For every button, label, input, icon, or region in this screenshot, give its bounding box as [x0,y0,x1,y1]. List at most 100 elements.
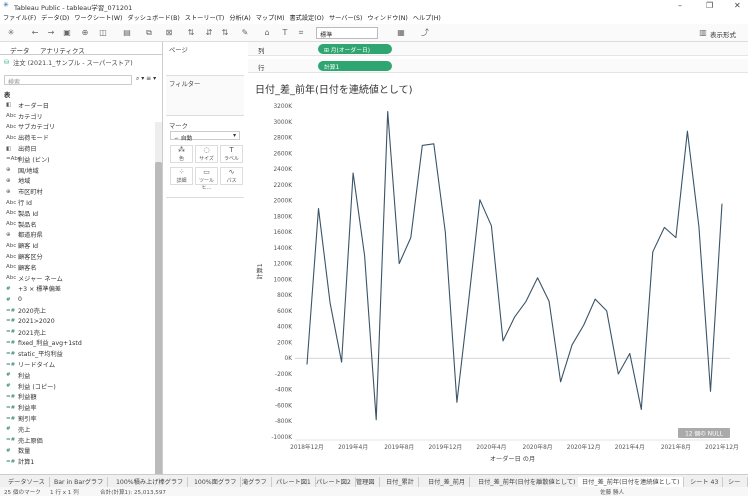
field-item[interactable]: ◧ オーダー日 [0,100,155,111]
field-item[interactable]: =# 2020売上 [0,305,155,316]
maximize-icon[interactable]: ❐ [706,1,713,10]
mark-button[interactable]: ⁂ 色 [170,145,193,163]
close-icon[interactable]: ✕ [734,1,741,10]
field-item[interactable]: ⊕ 市区町村 [0,186,155,197]
sort-desc-icon[interactable]: ⇅ [220,28,230,38]
sheet-tab[interactable]: パレート図1 [272,477,316,487]
sheet-tab[interactable]: 日付_差_前年(日付を連続値として) [578,477,685,487]
field-item[interactable]: Abc 顧客区分 [0,251,155,262]
field-item[interactable]: Abc 行 Id [0,197,155,208]
field-item[interactable]: =# 2021>2020 [0,316,155,327]
sheet-tab[interactable]: 滝グラフ [238,477,272,487]
tab-data[interactable]: データ [10,45,30,55]
field-item[interactable]: Abc 顧客 Id [0,240,155,251]
highlight-icon[interactable]: ✎ [240,28,250,38]
mark-type-select[interactable]: ∽ 自動 ▾ [170,131,240,142]
fix-axes-icon[interactable]: ⌗ [296,28,306,38]
field-item[interactable]: Abc 製品名 [0,219,155,230]
duplicate-icon[interactable]: ⧉ [144,28,154,38]
sheet-tab[interactable]: Bar in Barグラフ [50,477,109,487]
sheet-tab[interactable]: パレート図2 [312,477,356,487]
tab-analytics[interactable]: アナリティクス [40,45,85,55]
series-line[interactable] [306,110,723,421]
save-icon[interactable]: ▣ [62,28,72,38]
menu-item[interactable]: ストーリー(T) [185,12,225,22]
tableau-home-icon[interactable]: ✳ [6,28,16,38]
redo-icon[interactable]: → [46,28,56,38]
null-badge[interactable]: 12 個の NULL [685,430,723,438]
sort-asc-icon[interactable]: ⇵ [204,28,214,38]
mark-button[interactable]: T ラベル [220,145,243,163]
field-item[interactable]: =Abc 利益 (ビン) [0,154,155,165]
field-item[interactable]: # 数量 [0,446,155,457]
undo-icon[interactable]: ← [30,28,40,38]
scrollbar-thumb[interactable] [155,162,162,487]
columns-shelf[interactable]: 列 ⊞ 月(オーダー日) [248,42,748,56]
menu-item[interactable]: ダッシュボード(B) [127,12,179,22]
user-name[interactable]: 佐藤 勝人 [600,488,624,496]
field-item[interactable]: =# 売上原価 [0,435,155,446]
mark-button[interactable]: ◌ サイズ [195,145,218,163]
field-item[interactable]: ⊕ 都道府県 [0,230,155,241]
sheet-tab[interactable]: 100%積み上げ棒グラフ [112,477,189,487]
group-icon[interactable]: ⌂ [262,28,272,38]
mark-button[interactable]: ∿ パス [220,167,243,185]
datasource-tab[interactable]: データソース [4,477,50,487]
field-item[interactable]: #0 [0,294,155,305]
field-item[interactable]: =# 計算1 [0,456,155,467]
field-item[interactable]: Abc サブカテゴリ [0,122,155,133]
menu-item[interactable]: サーバー(S) [329,12,362,22]
menu-item[interactable]: 書式設定(O) [289,12,323,22]
show-me-button[interactable]: 表示形式 [710,29,736,39]
columns-pill[interactable]: ⊞ 月(オーダー日) [318,44,392,54]
presentation-icon[interactable]: ▦ [396,28,406,38]
fit-select[interactable]: 標準 [316,27,378,39]
new-sheet-icon[interactable]: ▤ [122,28,132,38]
rows-pill[interactable]: 計算1 [318,61,392,71]
field-item[interactable]: =# 割引率 [0,413,155,424]
field-item[interactable]: =# 2021売上 [0,327,155,338]
rows-shelf[interactable]: 行 計算1 [248,59,748,73]
field-item[interactable]: =# fixed_利益_avg+1std [0,338,155,349]
field-item[interactable]: ◧ 出荷日 [0,143,155,154]
sheet-tab[interactable]: 日付_差_前月 [424,477,471,487]
label-icon[interactable]: T [280,28,290,38]
field-item[interactable]: Abc 製品 Id [0,208,155,219]
field-item[interactable]: =# static_平均利益 [0,348,155,359]
field-item[interactable]: Abc メジャー ネーム [0,273,155,284]
minimize-icon[interactable]: – [678,1,682,10]
share-icon[interactable]: ⤴ [420,28,430,38]
sheet-tab[interactable]: 日付_差_前年(日付を離散値として) [474,477,581,487]
swap-icon[interactable]: ⇅ [186,28,196,38]
show-me-icon[interactable]: ▥ [698,28,708,38]
search-filter-icon[interactable]: ⌕ ▾ ≡ ▾ [136,75,156,83]
field-item[interactable]: ⊕ 地域 [0,176,155,187]
mark-button[interactable]: ⁘ 詳細 [170,167,193,185]
field-item[interactable]: Abc 顧客名 [0,262,155,273]
line-chart[interactable]: 3200K 3000K 2800K 2600K 2400K 2200K 2000K 1800K… [248,76,748,468]
sheet-tab[interactable]: 100%面グラフ [190,477,242,487]
menu-item[interactable]: ヘルプ(H) [413,12,441,22]
mark-button[interactable]: ▭ ツールヒ... [195,167,218,191]
field-item[interactable]: =# 利益額 [0,392,155,403]
sheet-tab[interactable]: 日付_累計 [382,477,419,487]
field-item[interactable]: # 利益 (コピー) [0,381,155,392]
datasource-name[interactable]: 注文 (2021.1_サンプル - スーパーストア) [13,58,133,67]
field-item[interactable]: =# 利益率 [0,402,155,413]
sheet-tab[interactable]: シート4 [724,477,748,495]
sheet-tab[interactable]: 管理図 [352,477,380,487]
menu-item[interactable]: ファイル(F) [3,12,36,22]
pause-icon[interactable]: ◫ [98,28,108,38]
field-item[interactable]: Abc カテゴリ [0,111,155,122]
field-item[interactable]: =# リードタイム [0,359,155,370]
menu-item[interactable]: データ(D) [41,12,69,22]
menu-item[interactable]: ワークシート(W) [74,12,122,22]
menu-item[interactable]: 分析(A) [229,12,250,22]
menu-item[interactable]: ウィンドウ(N) [367,12,407,22]
field-item[interactable]: # +3 × 標準偏差 [0,284,155,295]
pages-card[interactable]: ページ [166,42,244,76]
field-item[interactable]: # 利益 [0,370,155,381]
clear-icon[interactable]: ⊠ [164,28,174,38]
field-search-input[interactable]: 検索 [4,75,132,86]
menu-item[interactable]: マップ(M) [256,12,285,22]
